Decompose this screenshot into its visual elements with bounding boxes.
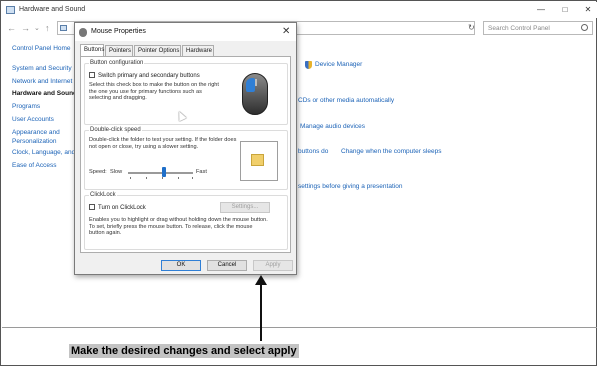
window-title: Hardware and Sound	[19, 6, 86, 13]
tab-hardware[interactable]: Hardware	[182, 45, 214, 56]
mouse-icon	[79, 28, 87, 37]
sidebar-item-appearance[interactable]: Appearance and	[12, 129, 60, 136]
search-input[interactable]	[483, 21, 593, 35]
manage-audio-link[interactable]: Manage audio devices	[300, 123, 365, 130]
speed-label: Speed:	[89, 169, 107, 175]
minimize-icon[interactable]: —	[535, 5, 547, 15]
power-buttons-link[interactable]: buttons do	[298, 148, 328, 155]
tab-pointers[interactable]: Pointers	[105, 45, 133, 56]
dialog-titlebar: Mouse Properties ✕	[75, 23, 296, 41]
ok-button[interactable]: OK	[161, 260, 201, 271]
clicklock-group: ClickLock Turn on ClickLock Settings... …	[84, 192, 288, 250]
arrow-up-icon[interactable]: ↑	[45, 23, 50, 33]
double-click-description: Double-click the folder to test your set…	[89, 137, 237, 150]
group-label: Double-click speed	[89, 127, 142, 133]
group-label: ClickLock	[89, 192, 117, 198]
checkbox-label: Turn on ClickLock	[98, 205, 146, 211]
clicklock-description: Enables you to highlight or drag without…	[89, 217, 268, 237]
search-icon[interactable]	[581, 24, 588, 31]
shield-icon	[305, 61, 312, 69]
clicklock-checkbox[interactable]	[89, 204, 95, 210]
double-click-speed-group: Double-click speed Double-click the fold…	[84, 127, 288, 190]
switch-buttons-checkbox-row[interactable]: Switch primary and secondary buttons	[89, 72, 200, 79]
test-folder-area[interactable]	[240, 141, 278, 181]
arrow-left-icon[interactable]: ←	[7, 23, 16, 33]
sidebar-item-network-and-internet[interactable]: Network and Internet	[12, 78, 72, 85]
tab-buttons[interactable]: Buttons	[80, 44, 104, 56]
sidebar-item-programs[interactable]: Programs	[12, 103, 40, 110]
clicklock-checkbox-row[interactable]: Turn on ClickLock	[89, 204, 146, 211]
mouse-properties-dialog: Mouse Properties ✕ Buttons Pointers Poin…	[74, 22, 297, 275]
instruction-caption: Make the desired changes and select appl…	[69, 344, 299, 358]
autoplay-link[interactable]: CDs or other media automatically	[298, 97, 394, 104]
recent-dropdown-icon[interactable]: ⌄	[34, 24, 40, 32]
slider-tick	[162, 177, 163, 179]
speed-slider-thumb[interactable]	[161, 167, 166, 177]
sidebar-item-personalization[interactable]: Personalization	[12, 138, 56, 145]
checkbox-label: Switch primary and secondary buttons	[98, 73, 200, 79]
tab-pointer-options[interactable]: Pointer Options	[134, 45, 181, 56]
mouse-primary-button	[246, 78, 255, 92]
close-icon[interactable]: ✕	[282, 26, 290, 37]
mouse-wheel	[255, 79, 257, 86]
buttons-tab-panel: Button configuration Switch primary and …	[80, 56, 291, 253]
dialog-title: Mouse Properties	[91, 28, 146, 35]
fast-label: Fast	[196, 169, 207, 175]
control-panel-icon	[6, 6, 15, 14]
apply-button[interactable]: Apply	[253, 260, 293, 271]
sidebar-item-user-accounts[interactable]: User Accounts	[12, 116, 54, 123]
control-panel-icon	[60, 25, 67, 31]
arrow-right-icon[interactable]: →	[21, 23, 30, 33]
clicklock-settings-button[interactable]: Settings...	[220, 202, 270, 213]
window-titlebar: Hardware and Sound — □ ✕	[2, 2, 597, 18]
button-config-description: Select this check box to make the button…	[89, 82, 219, 102]
folder-icon[interactable]	[251, 154, 264, 166]
slider-tick	[192, 177, 193, 179]
screenshot-frame: Hardware and Sound — □ ✕ ← → ⌄ ↑ ↻ Contr…	[0, 0, 597, 366]
refresh-icon[interactable]: ↻	[468, 23, 475, 32]
slider-tick	[178, 177, 179, 179]
slider-tick	[130, 177, 131, 179]
sidebar-item-hardware-and-sound[interactable]: Hardware and Sound	[12, 90, 77, 97]
cancel-button[interactable]: Cancel	[207, 260, 247, 271]
maximize-icon[interactable]: □	[559, 5, 571, 15]
group-label: Button configuration	[89, 60, 145, 66]
button-configuration-group: Button configuration Switch primary and …	[84, 60, 288, 125]
mouse-illustration	[242, 73, 268, 115]
sidebar-item-control-panel-home[interactable]: Control Panel Home	[12, 45, 71, 52]
speed-slider-track[interactable]	[128, 172, 193, 174]
annotation-arrow-line	[260, 283, 262, 341]
divider	[2, 327, 597, 328]
switch-buttons-checkbox[interactable]	[89, 72, 95, 78]
sidebar-item-ease-of-access[interactable]: Ease of Access	[12, 162, 56, 169]
device-manager-link[interactable]: Device Manager	[315, 61, 362, 68]
sidebar-item-clock-language[interactable]: Clock, Language, and	[12, 149, 75, 156]
close-icon[interactable]: ✕	[582, 5, 594, 15]
computer-sleeps-link[interactable]: Change when the computer sleeps	[341, 148, 441, 155]
slow-label: Slow	[110, 169, 123, 175]
sidebar-item-system-and-security[interactable]: System and Security	[12, 65, 72, 72]
presentation-settings-link[interactable]: settings before giving a presentation	[298, 183, 402, 190]
slider-tick	[146, 177, 147, 179]
